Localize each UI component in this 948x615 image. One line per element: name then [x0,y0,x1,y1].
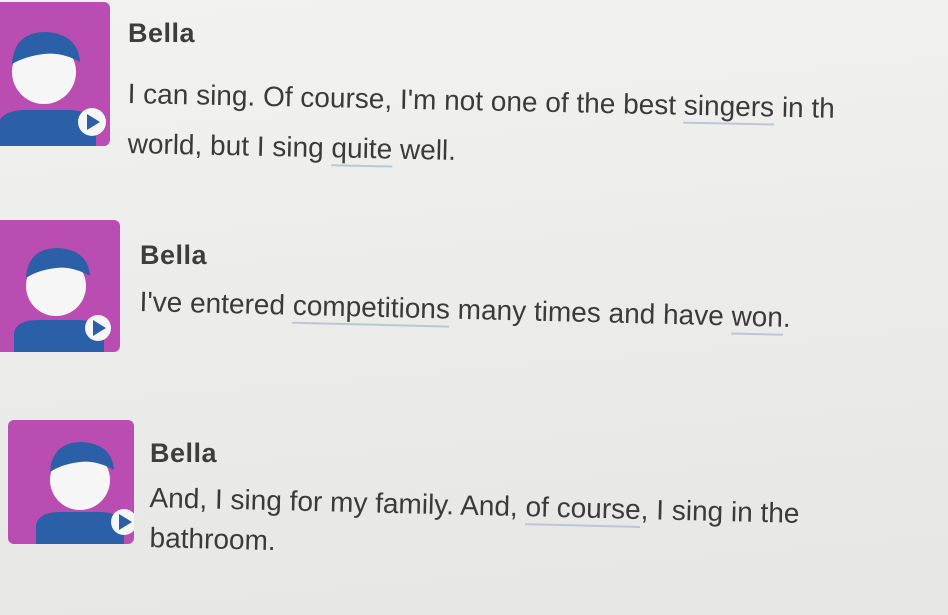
vocab-word[interactable]: singers [683,89,775,126]
message-text-line: world, but I sing quite well. [127,128,457,168]
text-segment: . [782,301,792,333]
text-segment: And, I sing for my family. And, [149,482,526,523]
speaker-name: Bella [128,18,196,48]
vocab-word[interactable]: quite [331,132,393,168]
vocab-word[interactable]: won [731,300,784,336]
vocab-word[interactable]: competitions [292,289,451,328]
message-text-line: I've entered competitions many times and… [139,286,792,336]
text-segment: many times and have [449,293,732,332]
text-segment: bathroom. [149,522,277,557]
play-icon[interactable] [0,2,110,146]
message-text-line: I can sing. Of course, I'm not one of th… [127,78,836,126]
play-icon[interactable] [0,220,120,352]
text-segment: world, but I sing [127,128,332,164]
speaker-name: Bella [150,438,218,468]
message-text-line: And, I sing for my family. And, of cours… [149,482,800,530]
vocab-word[interactable]: of course [525,491,642,528]
speaker-name: Bella [140,240,208,270]
text-segment: I can sing. Of course, I'm not one of th… [127,78,685,121]
text-segment: in th [773,91,836,124]
play-icon[interactable] [8,420,134,544]
avatar [8,420,134,544]
text-segment: I've entered [139,286,294,321]
message-text-line: bathroom. [149,522,276,557]
text-segment: well. [391,133,457,166]
text-segment: , I sing in the [640,494,800,529]
avatar [0,2,110,146]
avatar [0,220,120,352]
